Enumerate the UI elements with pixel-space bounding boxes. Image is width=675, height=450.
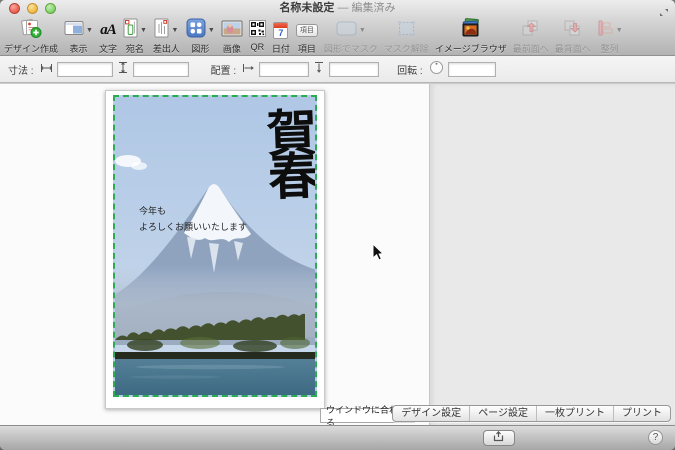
toolbar-label: 最前面へ — [513, 42, 549, 55]
text-icon: aA — [100, 22, 116, 39]
toolbar-button-image[interactable]: 画像 — [221, 19, 243, 55]
toolbar-button-image-browser[interactable]: イメージブラウザ — [435, 19, 507, 55]
postcard[interactable]: 賀春 今年も よろしくお願いいたします — [105, 90, 325, 409]
date-icon-number: 7 — [274, 28, 287, 39]
format-bar: 寸法 : 配置 : 回転 : — [0, 56, 675, 83]
mask-clear-icon — [398, 21, 415, 41]
toolbar-button-sender[interactable]: ▼ 差出人 — [153, 19, 180, 55]
document-title: 名称未設定 — [279, 2, 334, 14]
qr-icon — [249, 20, 266, 42]
toolbar-button-send-to-back: 最背面へ — [555, 19, 591, 55]
send-back-icon — [562, 19, 583, 42]
toolbar-button-date[interactable]: 7 日付 — [272, 19, 290, 55]
photo-object-selected[interactable]: 賀春 今年も よろしくお願いいたします — [113, 95, 317, 397]
bring-front-icon — [520, 19, 541, 42]
width-input[interactable] — [57, 62, 113, 77]
toolbar-label: 画像 — [223, 42, 241, 55]
align-label: 配置 : — [211, 62, 237, 77]
sender-icon — [154, 18, 169, 43]
chevron-down-icon: ▼ — [359, 27, 366, 34]
design-settings-button[interactable]: デザイン設定 — [393, 406, 469, 421]
field-icon: 項目 — [296, 24, 318, 37]
toolbar-button-text[interactable]: aA 文字 — [99, 19, 117, 55]
toolbar-button-bring-to-front: 最前面へ — [513, 19, 549, 55]
zoom-window-button[interactable] — [45, 3, 56, 14]
toolbar-label: マスク解除 — [384, 42, 429, 55]
print-one-button[interactable]: 一枚プリント — [536, 406, 613, 421]
share-button[interactable] — [483, 430, 515, 446]
canvas-pane[interactable]: 賀春 今年も よろしくお願いいたします ウインドウに合わせる ▲▼ — [0, 84, 430, 425]
rotation-dial-icon[interactable] — [429, 60, 444, 78]
toolbar-label: 整列 — [601, 42, 619, 55]
height-icon — [117, 61, 129, 77]
recipient-icon — [123, 18, 138, 43]
design-create-icon — [20, 18, 43, 44]
toolbar-label: 最背面へ — [555, 42, 591, 55]
mouse-cursor-icon — [372, 243, 385, 267]
greeting-text[interactable]: 今年も よろしくお願いいたします — [139, 203, 247, 235]
help-button[interactable]: ? — [648, 430, 663, 445]
print-button[interactable]: プリント — [613, 406, 670, 421]
chevron-down-icon: ▼ — [171, 27, 178, 34]
toolbar-button-view[interactable]: ▼ 表示 — [64, 19, 93, 55]
toolbar-label: 文字 — [99, 42, 117, 55]
app-window: 名称未設定 — 編集済み デザイン作成 ▼ 表示 aA 文字 ▼ 宛名 ▼ 差出… — [0, 0, 675, 450]
toolbar-label: 図形でマスク — [324, 42, 378, 55]
toolbar-button-design-create[interactable]: デザイン作成 — [4, 19, 58, 55]
toolbar-label: 差出人 — [153, 42, 180, 55]
chevron-down-icon: ▼ — [616, 27, 623, 34]
chevron-down-icon: ▼ — [140, 27, 147, 34]
edited-status: — 編集済み — [338, 2, 396, 14]
mask-shape-icon — [336, 21, 357, 41]
close-window-button[interactable] — [9, 3, 20, 14]
inspector-panel: デザイン設定 ページ設定 一枚プリント プリント — [430, 84, 675, 425]
title-bar[interactable]: 名称未設定 — 編集済み — [0, 0, 675, 17]
toolbar-label: 項目 — [298, 42, 316, 55]
width-icon — [40, 62, 53, 77]
shapes-icon — [186, 18, 206, 43]
toolbar-button-align: ▼ 整列 — [597, 19, 623, 55]
toolbar-button-field[interactable]: 項目 項目 — [296, 19, 318, 55]
toolbar-label: 図形 — [191, 42, 209, 55]
height-input[interactable] — [133, 62, 189, 77]
size-label: 寸法 : — [8, 62, 34, 77]
panel-button-group: デザイン設定 ページ設定 一枚プリント プリント — [392, 405, 671, 422]
toolbar-label: QR — [251, 42, 265, 52]
toolbar-label: 表示 — [69, 42, 87, 55]
greeting-line1: 今年も — [139, 206, 166, 216]
rotation-input[interactable] — [448, 62, 496, 77]
greeting-line2: よろしくお願いいたします — [139, 222, 247, 232]
share-icon — [493, 429, 506, 447]
toolbar-button-shapes[interactable]: ▼ 図形 — [186, 19, 215, 55]
toolbar-button-mask-clear: マスク解除 — [384, 19, 429, 55]
x-position-input[interactable] — [259, 62, 309, 77]
toolbar-button-recipient[interactable]: ▼ 宛名 — [123, 19, 147, 55]
x-position-icon — [242, 62, 255, 77]
toolbar-label: 日付 — [272, 42, 290, 55]
rotate-label: 回転 : — [397, 62, 423, 77]
main-toolbar: デザイン作成 ▼ 表示 aA 文字 ▼ 宛名 ▼ 差出人 ▼ 図形 画像 — [0, 17, 675, 56]
main-area: 賀春 今年も よろしくお願いいたします ウインドウに合わせる ▲▼ デザイン設定… — [0, 84, 675, 425]
chevron-down-icon: ▼ — [86, 27, 93, 34]
window-title: 名称未設定 — 編集済み — [0, 0, 675, 17]
bottom-bar: ? — [0, 425, 675, 450]
toolbar-button-qr[interactable]: QR — [249, 19, 266, 52]
toolbar-label: イメージブラウザ — [435, 42, 507, 55]
chevron-down-icon: ▼ — [208, 27, 215, 34]
toolbar-button-mask-with-shape: ▼ 図形でマスク — [324, 19, 378, 55]
minimize-window-button[interactable] — [27, 3, 38, 14]
y-position-input[interactable] — [329, 62, 379, 77]
image-browser-icon — [460, 18, 482, 43]
toolbar-label: デザイン作成 — [4, 42, 58, 55]
page-settings-button[interactable]: ページ設定 — [469, 406, 536, 421]
y-position-icon — [313, 61, 325, 77]
image-icon — [221, 20, 243, 42]
view-icon — [64, 20, 84, 41]
window-controls — [9, 3, 56, 14]
date-icon: 7 — [273, 22, 288, 39]
toolbar-label: 宛名 — [126, 42, 144, 55]
calligraphy-text[interactable]: 賀春 — [263, 106, 313, 194]
align-icon — [597, 20, 614, 41]
